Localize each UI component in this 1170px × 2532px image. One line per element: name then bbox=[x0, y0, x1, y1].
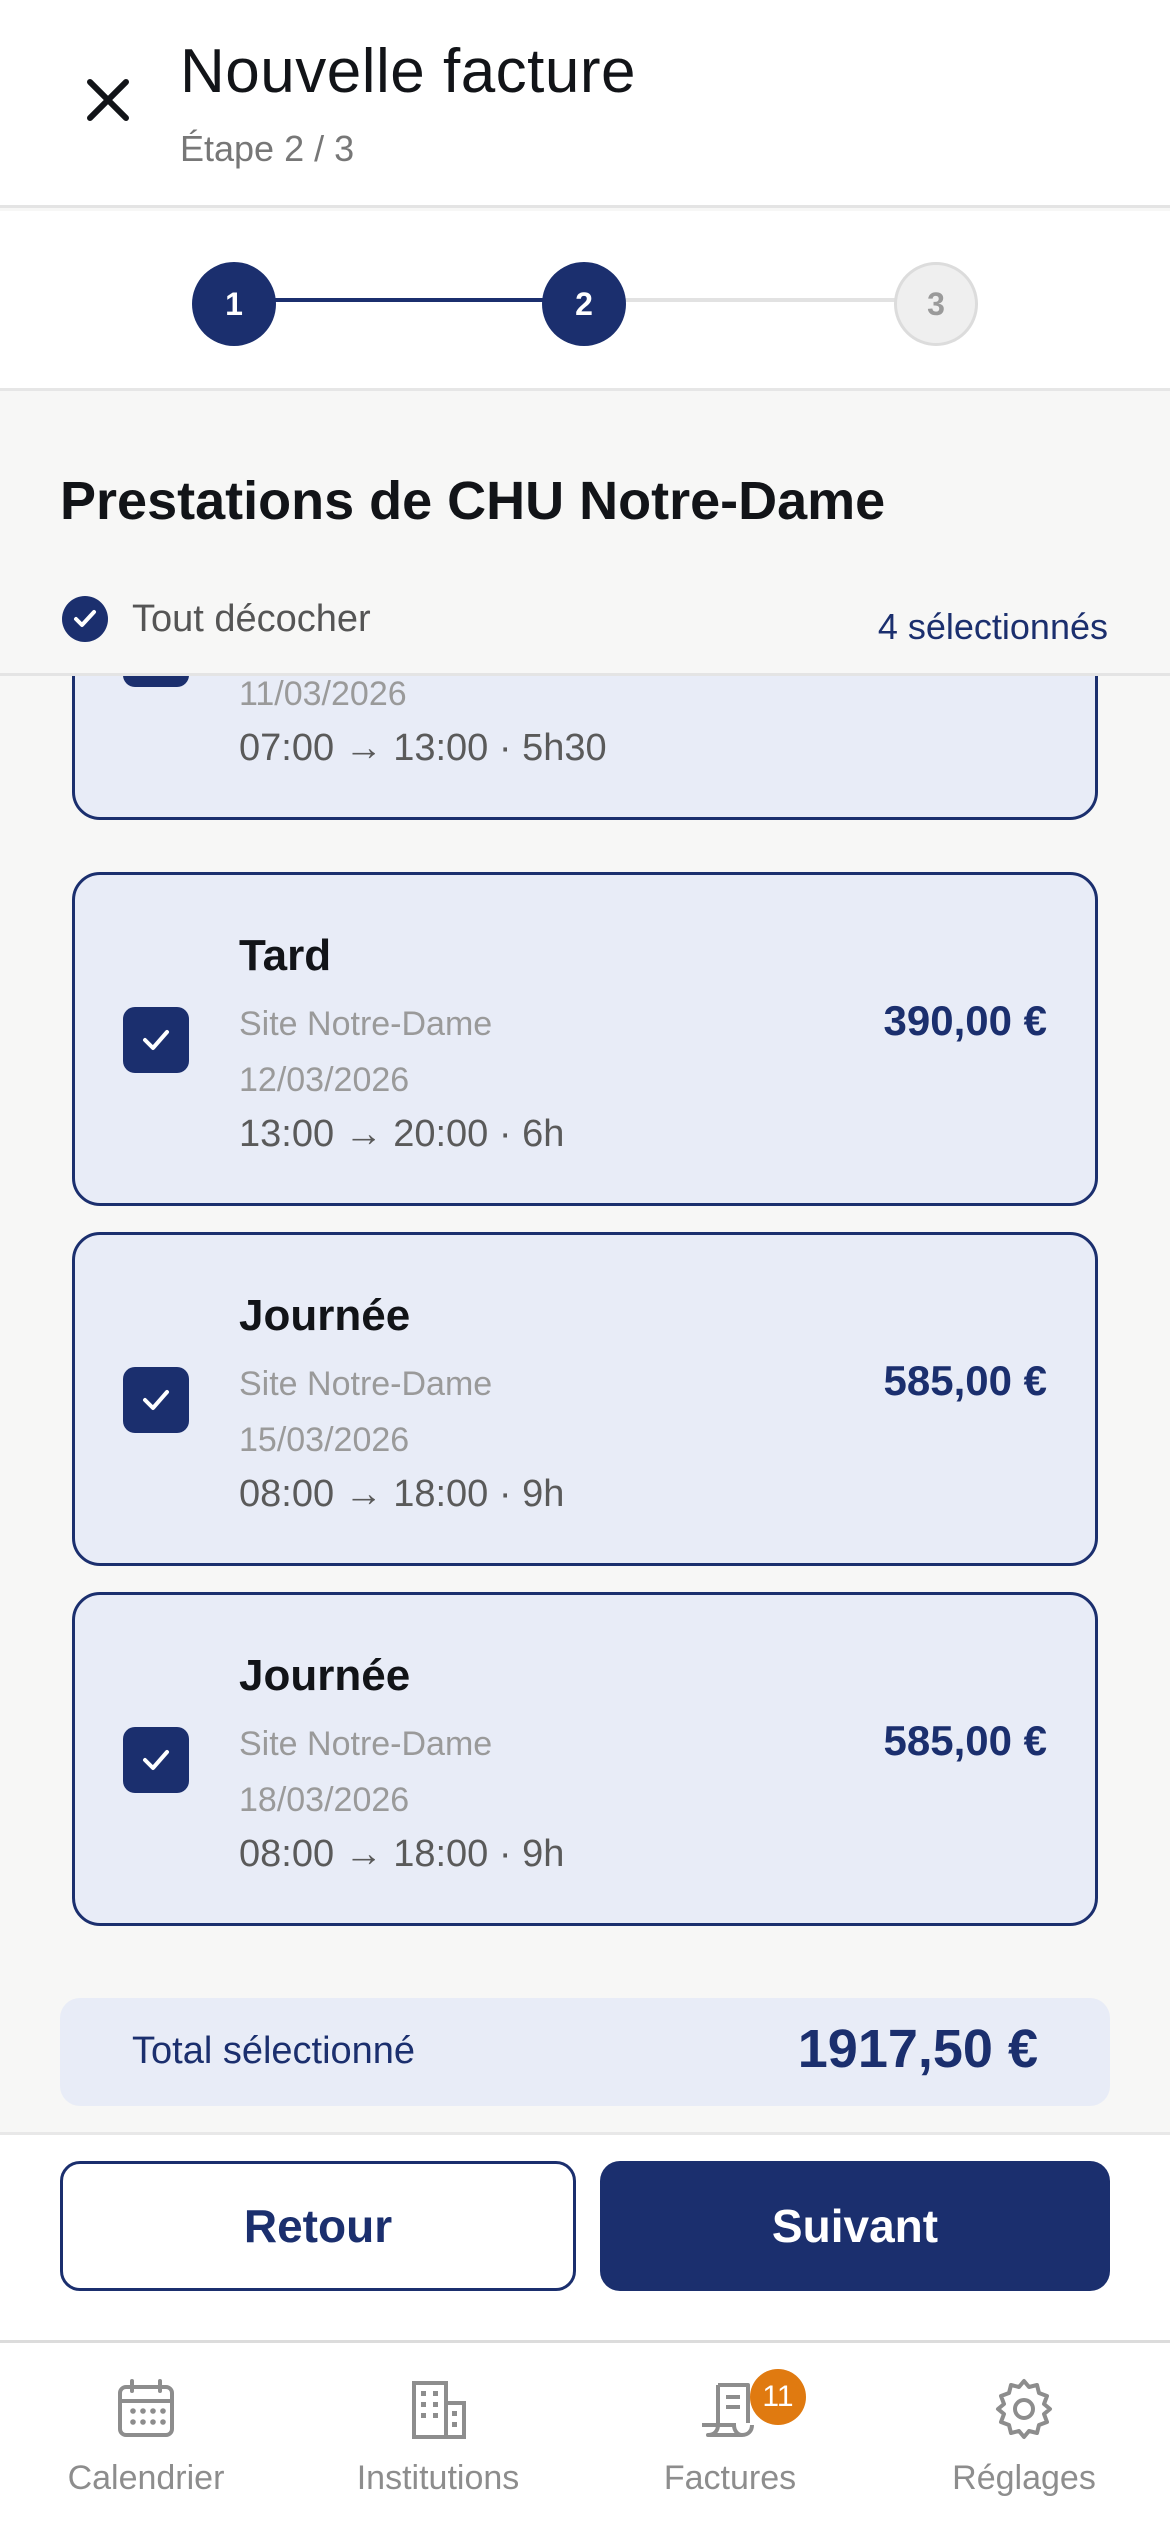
total-summary: Total sélectionné 1917,50 € bbox=[60, 1998, 1110, 2106]
check-icon bbox=[143, 1390, 169, 1410]
bottom-nav: Calendrier Institutions 11 Factures Régl… bbox=[0, 2340, 1170, 2532]
step-3: 3 bbox=[894, 262, 978, 346]
nav-item-factures[interactable]: 11 Factures bbox=[600, 2369, 860, 2498]
calendar-icon bbox=[118, 2379, 174, 2437]
toggle-all-button[interactable]: Tout décocher bbox=[62, 596, 371, 642]
prestation-time: 13:00 → 20:00 · 6h bbox=[239, 1113, 565, 1155]
stepper-line-pending bbox=[584, 298, 936, 302]
prestation-time: 07:00 → 13:00 · 5h30 bbox=[239, 727, 607, 769]
prestation-date: 11/03/2026 bbox=[239, 676, 407, 713]
prestation-site: Site Notre-Dame bbox=[239, 1365, 493, 1403]
selection-toolbar: Tout décocher 4 sélectionnés bbox=[0, 580, 1170, 676]
prestations-list[interactable]: 11/03/2026 07:00 → 13:00 · 5h30 Tard Sit… bbox=[0, 676, 1170, 1994]
notification-badge: 11 bbox=[750, 2369, 806, 2425]
next-button[interactable]: Suivant bbox=[600, 2161, 1110, 2291]
nav-label: Réglages bbox=[952, 2459, 1096, 2497]
nav-item-reglages[interactable]: Réglages bbox=[894, 2377, 1154, 2498]
checkbox[interactable] bbox=[123, 676, 189, 687]
close-icon bbox=[87, 79, 129, 121]
prestation-card[interactable]: 11/03/2026 07:00 → 13:00 · 5h30 bbox=[72, 676, 1098, 820]
back-button[interactable]: Retour bbox=[60, 2161, 576, 2291]
nav-label: Factures bbox=[663, 2459, 797, 2497]
prestation-card[interactable]: Journée Site Notre-Dame 15/03/2026 08:00… bbox=[72, 1232, 1098, 1566]
step-indicator-text: Étape 2 / 3 bbox=[180, 128, 355, 169]
close-button[interactable] bbox=[70, 62, 146, 138]
prestation-title: Tard bbox=[239, 931, 332, 980]
prestation-price: 585,00 € bbox=[883, 1717, 1048, 1764]
checkbox[interactable] bbox=[123, 1367, 189, 1433]
checkbox[interactable] bbox=[123, 1727, 189, 1793]
toggle-all-label: Tout décocher bbox=[132, 597, 371, 640]
total-value: 1917,50 € bbox=[797, 2019, 1038, 2079]
prestation-card[interactable]: Tard Site Notre-Dame 12/03/2026 13:00 → … bbox=[72, 872, 1098, 1206]
stepper: 1 2 3 bbox=[0, 211, 1170, 391]
nav-label: Institutions bbox=[356, 2459, 520, 2497]
prestation-card[interactable]: Journée Site Notre-Dame 18/03/2026 08:00… bbox=[72, 1592, 1098, 1926]
prestation-date: 18/03/2026 bbox=[239, 1781, 410, 1819]
step-2: 2 bbox=[542, 262, 626, 346]
check-circle-icon bbox=[62, 596, 108, 642]
nav-label: Calendrier bbox=[67, 2459, 225, 2497]
nav-item-calendrier[interactable]: Calendrier bbox=[16, 2377, 276, 2498]
selected-count: 4 sélectionnés bbox=[877, 606, 1108, 647]
prestation-site: Site Notre-Dame bbox=[239, 1725, 493, 1763]
prestation-time: 08:00 → 18:00 · 9h bbox=[239, 1473, 565, 1515]
prestation-title: Journée bbox=[239, 1291, 411, 1340]
prestation-site: Site Notre-Dame bbox=[239, 1005, 493, 1043]
gear-icon bbox=[996, 2379, 1052, 2439]
total-label: Total sélectionné bbox=[132, 2030, 416, 2072]
app-header: Nouvelle facture Étape 2 / 3 bbox=[0, 0, 1170, 208]
prestation-date: 12/03/2026 bbox=[239, 1061, 410, 1099]
section-title: Prestations de CHU Notre-Dame bbox=[60, 471, 886, 531]
checkbox[interactable] bbox=[123, 1007, 189, 1073]
nav-item-institutions[interactable]: Institutions bbox=[308, 2377, 568, 2498]
prestation-price: 390,00 € bbox=[883, 997, 1048, 1044]
building-icon bbox=[412, 2381, 466, 2439]
check-icon bbox=[143, 1030, 169, 1050]
prestation-date: 15/03/2026 bbox=[239, 1421, 410, 1459]
action-bar: Retour Suivant bbox=[0, 2132, 1170, 2340]
prestation-time: 08:00 → 18:00 · 9h bbox=[239, 1833, 565, 1875]
prestation-title: Journée bbox=[239, 1651, 411, 1700]
step-1: 1 bbox=[192, 262, 276, 346]
check-icon bbox=[143, 1750, 169, 1770]
page-title: Nouvelle facture bbox=[180, 37, 637, 106]
stepper-line-completed bbox=[234, 298, 584, 302]
prestation-price: 585,00 € bbox=[883, 1357, 1048, 1404]
